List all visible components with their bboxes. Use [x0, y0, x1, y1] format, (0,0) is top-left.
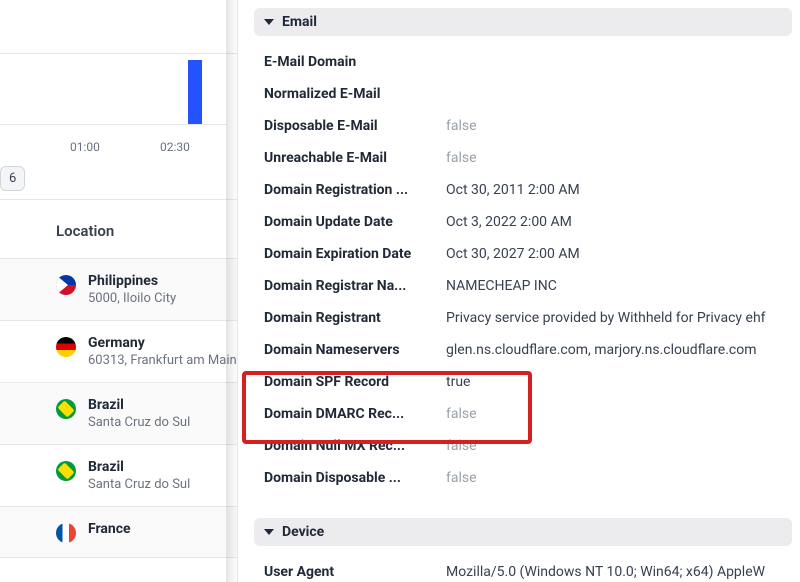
section-title: Device — [282, 524, 324, 540]
kv-row: Disposable E-Mailfalse — [254, 110, 792, 142]
kv-label: User Agent — [264, 564, 446, 580]
details-panel: Email E-Mail Domain Normalized E-Mail Di… — [238, 0, 800, 582]
location-country: Germany — [88, 335, 237, 351]
kv-value: Privacy service provided by Withheld for… — [446, 310, 766, 326]
kv-label: Domain Null MX Rec... — [264, 438, 446, 454]
kv-value: glen.ns.cloudflare.com, marjory.ns.cloud… — [446, 342, 757, 358]
location-country: Brazil — [88, 459, 190, 475]
location-column-header: Location — [0, 200, 237, 259]
kv-row: E-Mail Domain — [254, 46, 792, 78]
location-text: Philippines 5000, Iloilo City — [88, 273, 176, 306]
kv-value: Oct 3, 2022 2:00 AM — [446, 214, 572, 230]
location-row[interactable]: Brazil Santa Cruz do Sul — [0, 445, 237, 507]
kv-label: Domain SPF Record — [264, 374, 446, 390]
location-text: France — [88, 521, 131, 539]
kv-value: NAMECHEAP INC — [446, 278, 557, 294]
kv-row: Domain Expiration DateOct 30, 2027 2:00 … — [254, 238, 792, 270]
kv-value: false — [446, 470, 477, 486]
location-row[interactable]: France — [0, 507, 237, 558]
kv-row: Domain DMARC Rec...false — [254, 398, 792, 430]
flag-icon — [56, 275, 76, 295]
page-pill[interactable]: 6 — [0, 166, 25, 191]
kv-value: false — [446, 438, 477, 454]
location-country: France — [88, 521, 131, 537]
flag-icon — [56, 523, 76, 543]
chart-tick: 02:30 — [160, 140, 190, 154]
location-country: Philippines — [88, 273, 176, 289]
kv-row: Domain Registration ...Oct 30, 2011 2:00… — [254, 174, 792, 206]
flag-icon — [56, 337, 76, 357]
chart-divider — [0, 53, 237, 54]
flag-icon — [56, 461, 76, 481]
chart-tick: 01:00 — [70, 140, 100, 154]
kv-value: Mozilla/5.0 (Windows NT 10.0; Win64; x64… — [446, 564, 765, 580]
kv-row: Normalized E-Mail — [254, 78, 792, 110]
kv-label: Disposable E-Mail — [264, 118, 446, 134]
section-title: Email — [282, 14, 317, 30]
location-text: Germany 60313, Frankfurt am Main — [88, 335, 237, 368]
location-detail: Santa Cruz do Sul — [88, 415, 190, 430]
left-panel: 01:00 02:30 6 Location Philippines 5000,… — [0, 0, 238, 582]
kv-label: Domain Registrant — [264, 310, 446, 326]
chevron-down-icon — [264, 529, 274, 535]
kv-row: Domain Registrar Na...NAMECHEAP INC — [254, 270, 792, 302]
kv-value: false — [446, 118, 477, 134]
kv-value: false — [446, 150, 477, 166]
chevron-down-icon — [264, 19, 274, 25]
kv-row: Domain Disposable ...false — [254, 462, 792, 494]
kv-row: Domain Nameserversglen.ns.cloudflare.com… — [254, 334, 792, 366]
chart-bar — [188, 60, 202, 124]
location-detail: 60313, Frankfurt am Main — [88, 353, 237, 368]
location-text: Brazil Santa Cruz do Sul — [88, 397, 190, 430]
location-row[interactable]: Germany 60313, Frankfurt am Main — [0, 321, 237, 383]
location-detail: 5000, Iloilo City — [88, 291, 176, 306]
kv-value: Oct 30, 2011 2:00 AM — [446, 182, 580, 198]
kv-value: true — [446, 374, 470, 390]
kv-row: User AgentMozilla/5.0 (Windows NT 10.0; … — [254, 556, 792, 582]
device-kv-list: User AgentMozilla/5.0 (Windows NT 10.0; … — [254, 556, 792, 582]
kv-label: Domain Update Date — [264, 214, 446, 230]
chart-area: 01:00 02:30 6 — [0, 0, 237, 200]
location-detail: Santa Cruz do Sul — [88, 477, 190, 492]
kv-label: Domain Expiration Date — [264, 246, 446, 262]
flag-icon — [56, 399, 76, 419]
kv-row: Domain Null MX Rec...false — [254, 430, 792, 462]
kv-value: false — [446, 406, 477, 422]
kv-label: Domain DMARC Rec... — [264, 406, 446, 422]
kv-label: Domain Registration ... — [264, 182, 446, 198]
location-country: Brazil — [88, 397, 190, 413]
kv-label: Domain Disposable ... — [264, 470, 446, 486]
kv-row: Domain SPF Recordtrue — [254, 366, 792, 398]
location-row[interactable]: Brazil Santa Cruz do Sul — [0, 383, 237, 445]
kv-row: Unreachable E-Mailfalse — [254, 142, 792, 174]
email-kv-list: E-Mail Domain Normalized E-Mail Disposab… — [254, 46, 792, 494]
email-section-header[interactable]: Email — [254, 8, 792, 36]
location-row[interactable]: Philippines 5000, Iloilo City — [0, 259, 237, 321]
device-section-header[interactable]: Device — [254, 518, 792, 546]
kv-value: Oct 30, 2027 2:00 AM — [446, 246, 580, 262]
kv-row: Domain Update DateOct 3, 2022 2:00 AM — [254, 206, 792, 238]
location-text: Brazil Santa Cruz do Sul — [88, 459, 190, 492]
kv-label: Unreachable E-Mail — [264, 150, 446, 166]
kv-label: E-Mail Domain — [264, 54, 446, 70]
chart-axis — [0, 124, 227, 125]
kv-row: Domain RegistrantPrivacy service provide… — [254, 302, 792, 334]
kv-label: Normalized E-Mail — [264, 86, 446, 102]
kv-label: Domain Registrar Na... — [264, 278, 446, 294]
kv-label: Domain Nameservers — [264, 342, 446, 358]
